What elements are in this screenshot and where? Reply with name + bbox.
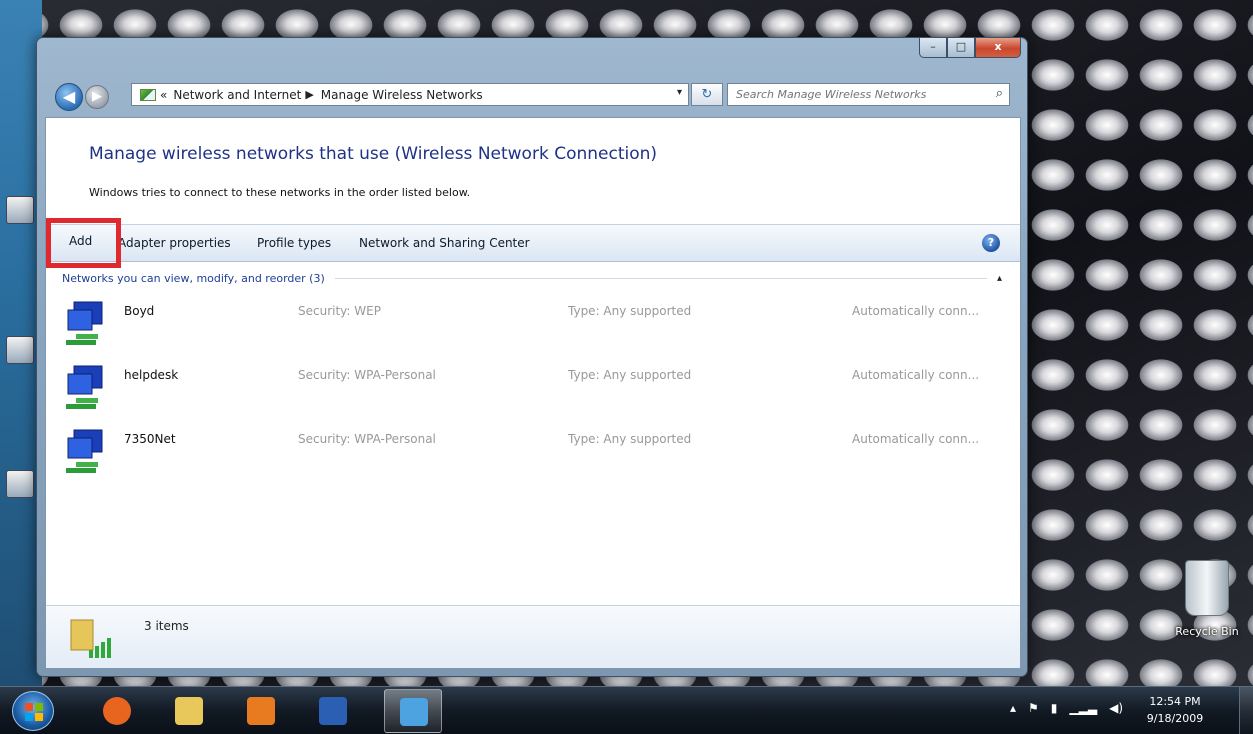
power-icon[interactable]: ▮ <box>1051 701 1058 715</box>
wireless-network-icon <box>66 365 103 409</box>
media-player-icon <box>247 697 275 725</box>
breadcrumb-manage-wireless-networks[interactable]: Manage Wireless Networks <box>321 88 483 102</box>
recycle-bin-icon <box>1185 560 1229 616</box>
page-title: Manage wireless networks that use (Wirel… <box>89 144 658 164</box>
search-box[interactable]: ⌕ <box>727 83 1010 106</box>
taskbar-windows-explorer[interactable] <box>160 689 218 733</box>
network-name: Boyd <box>124 304 155 318</box>
clock[interactable]: 12:54 PM 9/18/2009 <box>1140 693 1210 727</box>
content-pane: Manage wireless networks that use (Wirel… <box>45 117 1021 669</box>
show-desktop-button[interactable] <box>1239 687 1253 734</box>
desktop-shortcut-icon[interactable] <box>6 336 34 364</box>
clock-time: 12:54 PM <box>1149 695 1201 708</box>
taskbar-media-player[interactable] <box>232 689 290 733</box>
network-row[interactable]: Boyd Security: WEP Type: Any supported A… <box>62 298 1002 354</box>
caption-buttons: – □ x <box>919 38 1021 58</box>
adapter-properties-button[interactable]: Adapter properties <box>118 236 231 250</box>
network-name: 7350Net <box>124 432 176 446</box>
network-sharing-center-button[interactable]: Network and Sharing Center <box>359 236 530 250</box>
breadcrumb-separator-icon[interactable]: ▶ <box>305 88 313 101</box>
word-icon <box>319 697 347 725</box>
search-icon[interactable]: ⌕ <box>996 86 1003 101</box>
breadcrumb-overflow[interactable]: « <box>160 88 167 102</box>
recycle-bin[interactable]: Recycle Bin <box>1168 560 1246 639</box>
add-button[interactable]: Add <box>69 234 92 248</box>
desktop-shortcut-icon[interactable] <box>6 470 34 498</box>
network-row[interactable]: helpdesk Security: WPA-Personal Type: An… <box>62 362 1002 418</box>
network-connection-mode: Automatically conn... <box>852 432 980 446</box>
taskbar-control-panel[interactable] <box>384 689 442 733</box>
network-type: Type: Any supported <box>568 304 692 318</box>
network-name: helpdesk <box>124 368 179 382</box>
forward-button[interactable]: ▶ <box>85 85 109 109</box>
address-bar[interactable]: « Network and Internet ▶ Manage Wireless… <box>131 83 689 106</box>
network-type: Type: Any supported <box>568 432 692 446</box>
back-button[interactable]: ◀ <box>55 83 83 111</box>
network-connection-mode: Automatically conn... <box>852 304 980 318</box>
recycle-bin-label: Recycle Bin <box>1175 625 1239 638</box>
windows-logo-icon <box>25 703 43 721</box>
desktop-shortcut-icon[interactable] <box>6 196 34 224</box>
collapse-icon[interactable]: ▴ <box>997 273 1002 284</box>
group-header[interactable]: Networks you can view, modify, and reord… <box>62 270 1002 286</box>
action-center-icon[interactable]: ⚑ <box>1028 701 1039 715</box>
network-security: Security: WPA-Personal <box>298 432 436 446</box>
taskbar-microsoft-word[interactable] <box>304 689 362 733</box>
show-hidden-icons-icon[interactable]: ▴ <box>1010 701 1016 715</box>
refresh-button[interactable]: ↻ <box>691 83 723 106</box>
details-pane: 3 items <box>46 605 1020 668</box>
group-divider <box>334 277 987 279</box>
breadcrumb-network-and-internet[interactable]: Network and Internet <box>173 88 301 102</box>
minimize-button[interactable]: – <box>919 38 947 58</box>
command-bar: Adapter properties Profile types Network… <box>46 224 1020 262</box>
group-header-label: Networks you can view, modify, and reord… <box>62 271 325 285</box>
manage-wireless-networks-window: – □ x ◀ ▶ « Network and Internet ▶ Manag… <box>36 37 1028 677</box>
taskbar-firefox[interactable] <box>88 689 146 733</box>
folder-icon <box>175 697 203 725</box>
network-security: Security: WEP <box>298 304 381 318</box>
firefox-icon <box>103 697 131 725</box>
network-connection-mode: Automatically conn... <box>852 368 980 382</box>
taskbar: ▴ ⚑ ▮ ▁▂▃ ◀) 12:54 PM 9/18/2009 <box>0 686 1253 734</box>
search-input[interactable] <box>736 88 986 101</box>
wireless-folder-icon <box>70 619 111 658</box>
close-button[interactable]: x <box>975 38 1021 58</box>
help-button[interactable]: ? <box>982 234 1000 252</box>
control-panel-icon <box>400 698 428 726</box>
address-dropdown-icon[interactable]: ▾ <box>677 87 682 98</box>
add-button-highlight[interactable]: Add <box>46 218 121 268</box>
page-description: Windows tries to connect to these networ… <box>89 186 471 199</box>
clock-date: 9/18/2009 <box>1146 712 1204 725</box>
network-row[interactable]: 7350Net Security: WPA-Personal Type: Any… <box>62 426 1002 482</box>
item-count: 3 items <box>144 619 189 633</box>
system-tray: ▴ ⚑ ▮ ▁▂▃ ◀) <box>1010 701 1123 715</box>
wireless-network-icon <box>66 429 103 473</box>
wireless-network-icon <box>66 301 103 345</box>
start-button[interactable] <box>12 691 54 731</box>
profile-types-button[interactable]: Profile types <box>257 236 331 250</box>
volume-icon[interactable]: ◀) <box>1109 701 1123 715</box>
network-security: Security: WPA-Personal <box>298 368 436 382</box>
wireless-signal-icon[interactable]: ▁▂▃ <box>1069 701 1097 715</box>
maximize-button[interactable]: □ <box>947 38 975 58</box>
network-type: Type: Any supported <box>568 368 692 382</box>
network-folder-icon <box>140 88 156 101</box>
